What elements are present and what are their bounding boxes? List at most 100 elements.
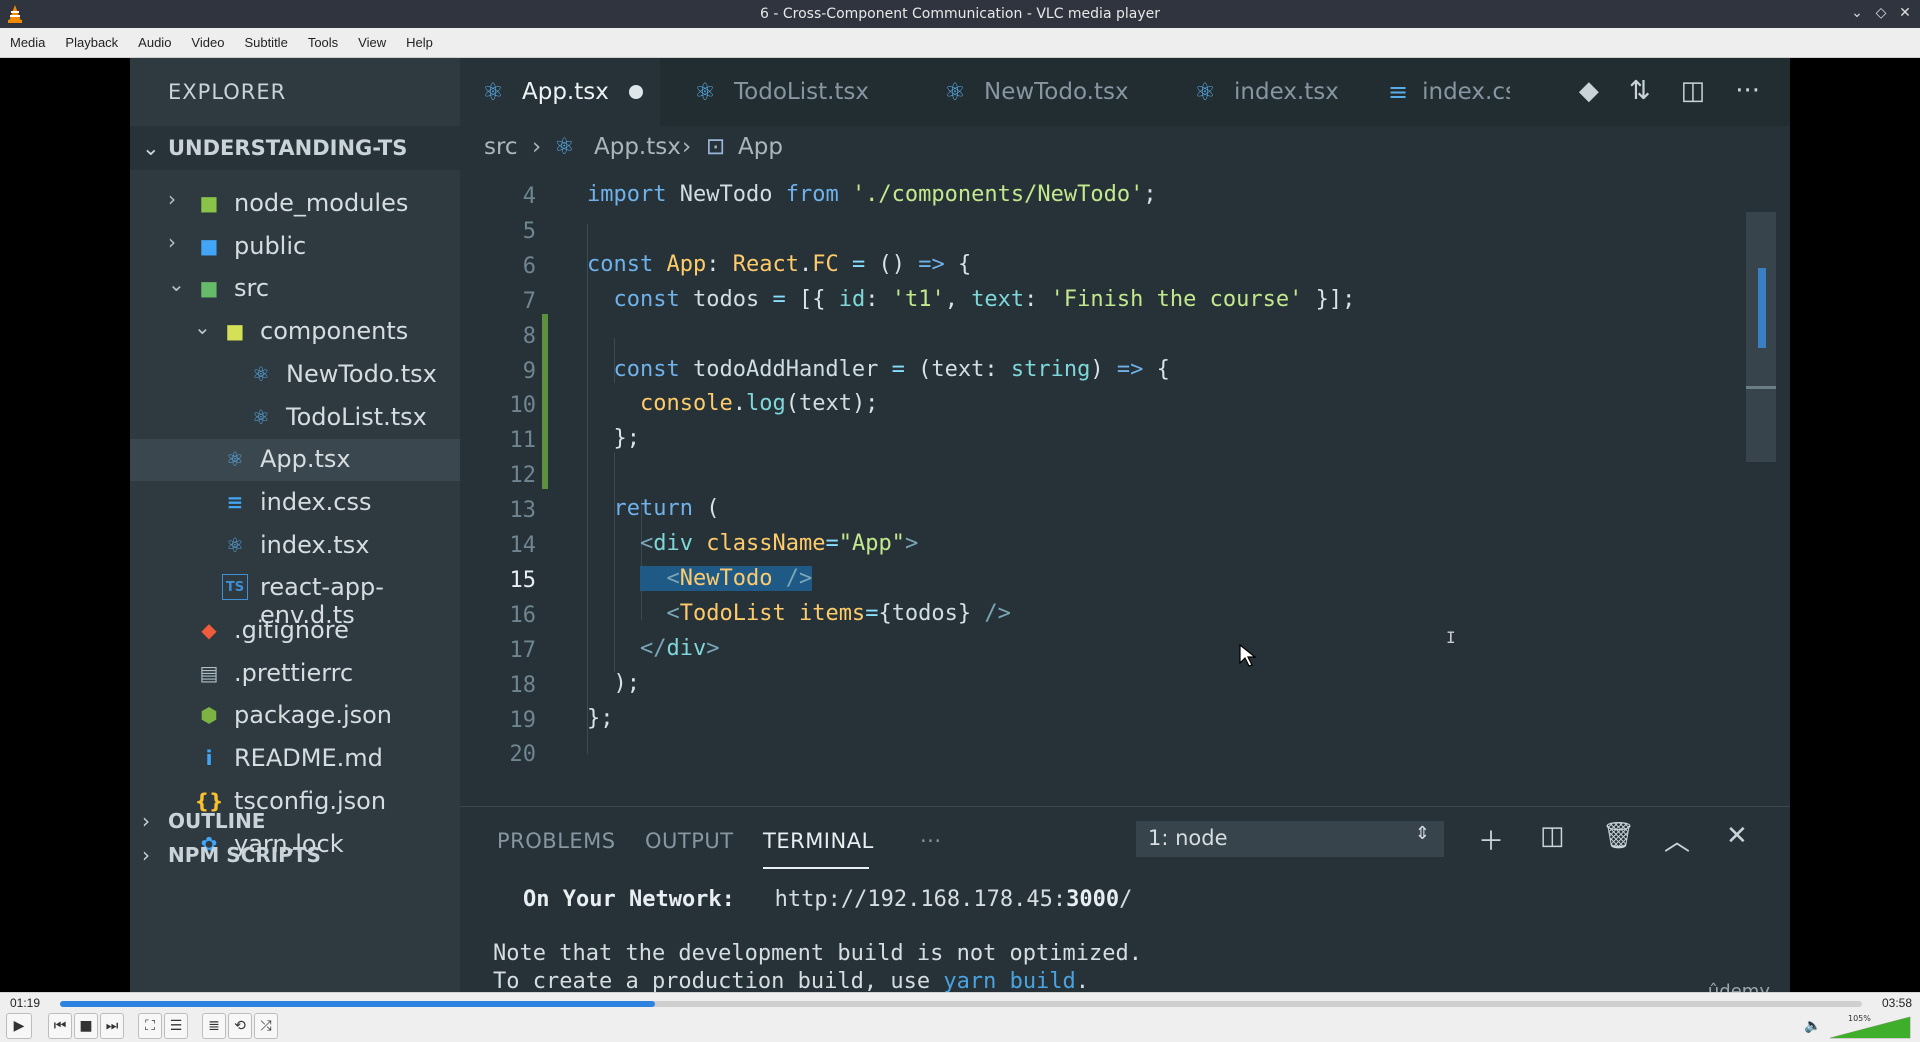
tree-item[interactable]: ⚛ index.tsx — [130, 525, 460, 567]
seek-bar[interactable] — [60, 1001, 1862, 1007]
shuffle-icon: ⤮ — [260, 1018, 272, 1034]
git-icon: ◆ — [201, 618, 217, 642]
breadcrumb-symbol[interactable]: App — [738, 134, 783, 160]
tab-index-tsx[interactable]: ⚛ index.tsx — [1160, 58, 1360, 126]
more-panel-tabs-icon[interactable]: ··· — [920, 829, 942, 853]
tree-item-label: TodoList.tsx — [286, 402, 427, 431]
volume-control[interactable]: 🔈 105% — [1804, 1014, 1914, 1039]
code-line: 10 console.log(text); — [460, 387, 1760, 422]
terminal-network-line: On Your Network: http://192.168.178.45:3… — [523, 887, 1133, 912]
breadcrumb: src › ⚛ App.tsx › ⊡ App — [460, 126, 1790, 170]
explorer-sidebar: EXPLORER ⌄ UNDERSTANDING-TS › ■ node_modul… — [130, 58, 460, 992]
tab-app-tsx[interactable]: ⚛ App.tsx — [460, 58, 660, 126]
code-text: console.log(text); — [639, 391, 879, 417]
menu-playback[interactable]: Playback — [65, 35, 118, 50]
code-line: 20 — [460, 736, 1760, 771]
tree-item[interactable]: ⬢ package.json — [130, 695, 460, 737]
shuffle-button[interactable]: ⤮ — [254, 1013, 278, 1039]
text-cursor-icon: I — [1446, 628, 1456, 647]
close-icon[interactable]: ✕ — [1896, 3, 1914, 23]
volume-slider[interactable] — [1830, 1015, 1912, 1039]
project-header[interactable]: ⌄ UNDERSTANDING-TS — [130, 126, 460, 170]
tab-todolist-tsx[interactable]: ⚛ TodoList.tsx — [660, 58, 910, 126]
menu-help[interactable]: Help — [406, 35, 433, 50]
fullscreen-icon: ⛶ — [145, 1018, 155, 1034]
menu-media[interactable]: Media — [10, 35, 45, 50]
npm-scripts-section[interactable]: › NPM SCRIPTS — [130, 834, 460, 874]
minimize-icon[interactable]: ⌄ — [1848, 3, 1866, 23]
split-editor-icon[interactable]: ◫ — [1681, 76, 1706, 106]
more-actions-icon[interactable]: ··· — [1735, 76, 1760, 106]
menu-view[interactable]: View — [358, 35, 386, 50]
tab-output[interactable]: OUTPUT — [645, 829, 734, 853]
tree-item[interactable]: ◆ .gitignore — [130, 610, 460, 652]
code-text: const App: React.FC = () => { — [587, 251, 972, 277]
line-number: 14 — [509, 533, 537, 558]
window-titlebar: 6 - Cross-Component Communication - VLC … — [0, 0, 1920, 28]
tab-terminal[interactable]: TERMINAL — [763, 829, 874, 853]
line-number: 8 — [522, 323, 536, 349]
total-time: 03:58 — [1881, 996, 1912, 1010]
nodejs-icon: ⬢ — [200, 703, 218, 728]
terminal-select[interactable]: 1: node ⇕ — [1136, 821, 1444, 857]
new-terminal-icon[interactable]: ＋ — [1478, 821, 1504, 858]
code-text: <TodoList items={todos} /> — [666, 600, 1011, 626]
react-icon: ⚛ — [694, 78, 716, 106]
maximize-icon[interactable]: ◇ — [1872, 3, 1890, 23]
tree-item[interactable]: ≡ index.css — [130, 482, 460, 524]
tree-item[interactable]: › ■ public — [130, 226, 460, 268]
tree-item[interactable]: › ■ node_modules — [130, 183, 460, 225]
video-area[interactable]: EXPLORER ⌄ UNDERSTANDING-TS › ■ node_modul… — [0, 58, 1920, 992]
close-panel-icon[interactable]: ✕ — [1726, 821, 1748, 851]
line-number: 10 — [509, 393, 537, 419]
speaker-icon: 🔈 — [1804, 1018, 1822, 1034]
tree-item[interactable]: ▤ .prettierrc — [130, 653, 460, 695]
tree-item[interactable]: ⌄ ■ src — [130, 268, 460, 310]
split-terminal-icon[interactable]: ◫ — [1540, 821, 1565, 851]
menu-tools[interactable]: Tools — [308, 35, 338, 50]
stop-button[interactable]: ■ — [74, 1013, 98, 1039]
tree-item[interactable]: ⚛ App.tsx — [130, 439, 460, 482]
tree-item[interactable]: ⚛ TodoList.tsx — [130, 397, 460, 439]
trash-icon[interactable]: 🗑 — [1602, 821, 1635, 851]
chevron-up-icon[interactable]: ︿ — [1664, 821, 1690, 858]
code-editor[interactable]: 4 import NewTodo from './components/NewTo… — [460, 170, 1790, 806]
react-icon: ⚛ — [252, 404, 270, 429]
next-button[interactable]: ⏭ — [100, 1013, 124, 1039]
previous-button[interactable]: ⏮ — [48, 1013, 72, 1039]
playlist-button[interactable]: ≣ — [202, 1013, 226, 1039]
tab-newtodo-tsx[interactable]: ⚛ NewTodo.tsx — [910, 58, 1160, 126]
info-icon: i — [205, 746, 213, 771]
menu-audio[interactable]: Audio — [138, 35, 171, 50]
fullscreen-button[interactable]: ⛶ — [138, 1013, 162, 1039]
tab-index-css[interactable]: ≡ index.cs — [1360, 58, 1510, 126]
code-text: <NewTodo /> — [587, 565, 813, 591]
breadcrumb-folder[interactable]: src — [484, 134, 518, 160]
project-name: UNDERSTANDING-TS — [168, 136, 408, 160]
tree-item[interactable]: TS react-app-env.d.ts — [130, 567, 460, 629]
tab-problems[interactable]: PROBLEMS — [497, 829, 616, 853]
play-button[interactable]: ▶ — [6, 1013, 32, 1039]
menu-video[interactable]: Video — [191, 35, 224, 50]
line-number: 13 — [509, 498, 537, 524]
menu-subtitle[interactable]: Subtitle — [244, 35, 287, 50]
git-icon[interactable]: ◆ — [1579, 76, 1599, 106]
css-icon: ≡ — [226, 489, 244, 514]
volume-label: 105% — [1848, 1014, 1871, 1023]
tree-item[interactable]: ⚛ NewTodo.tsx — [130, 354, 460, 396]
tree-item[interactable]: ⌄ ■ components — [130, 311, 460, 353]
code-line: 19}; — [460, 702, 1760, 737]
extended-settings-button[interactable]: ☰ — [164, 1013, 188, 1039]
window-title: 6 - Cross-Component Communication - VLC … — [760, 6, 1160, 22]
play-icon: ▶ — [13, 1018, 25, 1034]
code-text: </div> — [639, 635, 720, 661]
chevron-right-icon: › — [142, 843, 150, 867]
tree-item[interactable]: i README.md — [130, 738, 460, 780]
tree-item-label: src — [234, 274, 270, 303]
code-line: 8 — [460, 318, 1760, 353]
line-number: 12 — [509, 463, 537, 489]
compare-changes-icon[interactable]: ⇅ — [1629, 76, 1651, 106]
css-icon: ≡ — [1388, 78, 1409, 106]
breadcrumb-file[interactable]: App.tsx — [594, 134, 681, 160]
loop-button[interactable]: ⟲ — [228, 1013, 252, 1039]
